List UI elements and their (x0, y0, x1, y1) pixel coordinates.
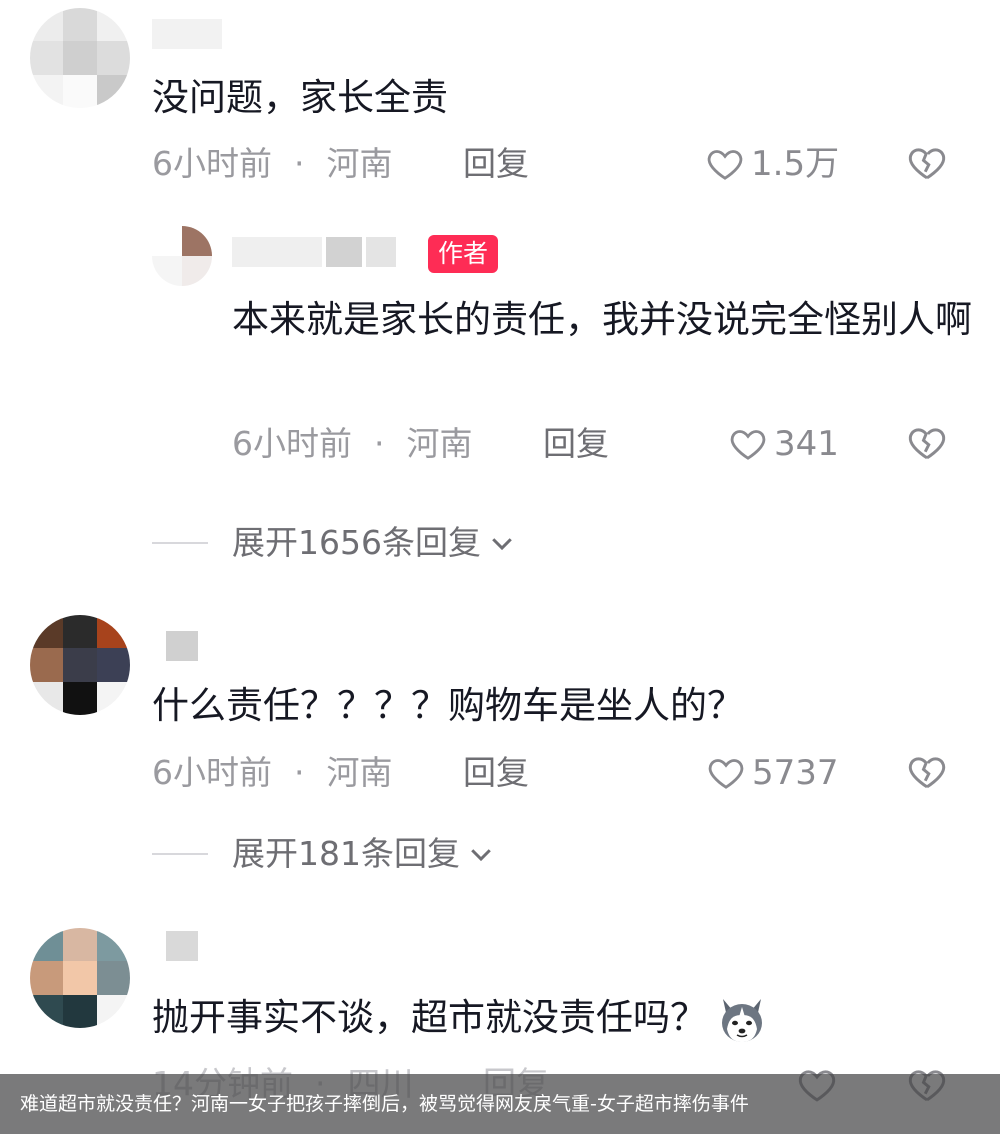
expand-replies-button[interactable]: 展开1656条回复 (152, 521, 517, 565)
comment-time: 6小时前 (152, 753, 272, 792)
heart-outline-icon (708, 759, 744, 789)
reply-button[interactable]: 回复 (463, 751, 529, 795)
reply-button[interactable]: 回复 (463, 142, 529, 186)
expand-replies-button[interactable]: 展开181条回复 (152, 832, 496, 876)
meta-separator: · (294, 144, 305, 183)
avatar[interactable] (30, 615, 130, 715)
comment-location: 河南 (326, 753, 393, 792)
divider (152, 542, 208, 544)
chevron-down-icon (492, 538, 512, 551)
author-badge: 作者 (428, 235, 499, 273)
comment-time: 6小时前 (152, 144, 272, 183)
like-button[interactable]: 341 (728, 422, 839, 466)
expand-label: 展开1656条回复 (232, 523, 481, 562)
broken-heart-icon[interactable] (906, 142, 948, 184)
username-blurred[interactable] (152, 18, 222, 50)
comment-text-content: 抛开事实不谈，超市就没责任吗？ (152, 996, 707, 1039)
heart-outline-icon (730, 430, 766, 460)
broken-heart-icon[interactable] (906, 422, 948, 464)
avatar[interactable] (30, 928, 130, 1028)
username-blurred[interactable] (232, 236, 396, 268)
comment-meta: 6小时前 · 河南 (152, 751, 393, 795)
comment-meta: 6小时前 · 河南 (152, 142, 393, 186)
reply-text: 本来就是家长的责任，我并没说完全怪别人啊 (232, 298, 972, 341)
expand-label: 展开181条回复 (232, 834, 460, 873)
like-count: 5737 (752, 753, 839, 793)
avatar[interactable] (30, 8, 130, 108)
broken-heart-icon[interactable] (906, 751, 948, 793)
meta-separator: · (374, 424, 385, 463)
username-blurred[interactable] (166, 630, 198, 662)
reply-button[interactable]: 回复 (543, 422, 609, 466)
chevron-down-icon (471, 849, 491, 862)
username-blurred[interactable] (166, 930, 198, 962)
reply-location: 河南 (406, 424, 473, 463)
heart-outline-icon (707, 150, 743, 180)
husky-dog-emoji (722, 998, 762, 1042)
comment-text: 抛开事实不谈，超市就没责任吗？ (152, 990, 769, 1047)
comment-location: 河南 (326, 144, 393, 183)
caption-text: 难道超市就没责任？河南一女子把孩子摔倒后，被骂觉得网友戾气重-女子超市摔伤事件 (20, 1093, 749, 1115)
reply-time: 6小时前 (232, 424, 352, 463)
reply-meta: 6小时前 · 河南 (232, 422, 473, 466)
divider (152, 853, 208, 855)
like-count: 341 (774, 424, 839, 464)
meta-separator: · (294, 753, 305, 792)
caption-bar: 难道超市就没责任？河南一女子把孩子摔倒后，被骂觉得网友戾气重-女子超市摔伤事件 (0, 1074, 1000, 1134)
avatar[interactable] (152, 226, 212, 286)
like-button[interactable]: 5737 (706, 751, 839, 795)
like-button[interactable]: 1.5万 (705, 142, 839, 186)
comment-text: 什么责任？？？？购物车是坐人的？ (152, 684, 744, 727)
like-count: 1.5万 (751, 144, 840, 184)
comment-text: 没问题，家长全责 (152, 76, 448, 119)
